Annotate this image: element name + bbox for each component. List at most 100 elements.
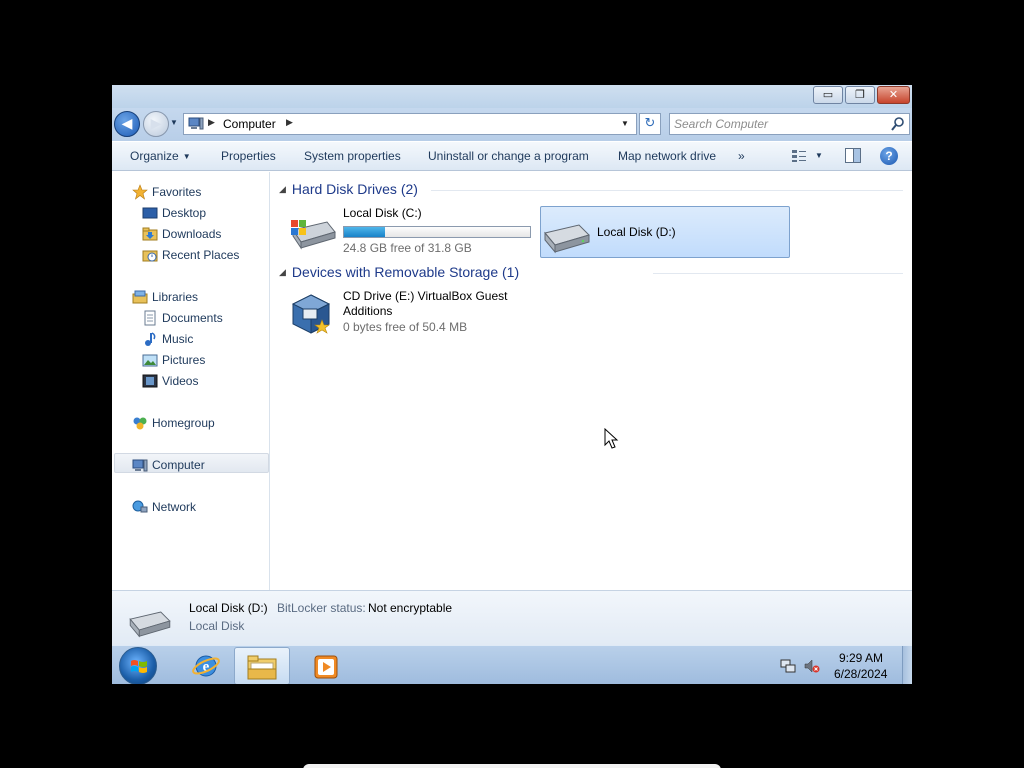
virtualbox-cd-icon <box>291 294 331 334</box>
minimize-icon: ▭ <box>822 88 834 101</box>
homegroup-icon <box>133 417 147 430</box>
taskbar: e 9:29 AM 6/28/2024 <box>112 645 912 684</box>
bottom-edge-strip <box>303 764 721 768</box>
change-view-icon[interactable] <box>791 149 807 163</box>
maximize-icon: ❐ <box>855 88 865 101</box>
minimize-button[interactable]: ▭ <box>813 86 843 104</box>
taskbar-windows-explorer[interactable] <box>234 647 290 684</box>
search-box[interactable] <box>669 113 910 135</box>
group-title: Hard Disk Drives (2) <box>291 181 418 197</box>
sidebar-item-label: Music <box>162 332 194 346</box>
windows-logo-icon <box>131 660 147 673</box>
organize-button[interactable]: Organize ▼ <box>130 149 191 163</box>
disk-usage-bar <box>343 226 531 238</box>
group-header-hard-disk-drives[interactable]: ◢ Hard Disk Drives (2) <box>279 181 418 197</box>
drive-tile-e[interactable]: CD Drive (E:) VirtualBox Guest Additions… <box>289 289 549 345</box>
internet-explorer-icon: e <box>192 655 220 677</box>
clock-time[interactable]: 9:29 AM <box>839 651 883 665</box>
sidebar-item-label: Homegroup <box>152 416 215 430</box>
drive-name-line2: Additions <box>343 304 393 318</box>
back-button[interactable]: ◀ <box>114 111 140 137</box>
sidebar-item-label: Desktop <box>162 206 207 220</box>
maximize-button[interactable]: ❐ <box>845 86 875 104</box>
details-pane: Local Disk (D:) BitLocker status: Not en… <box>112 590 912 645</box>
sidebar-item-label: Favorites <box>152 185 202 199</box>
libraries-icon <box>132 290 148 304</box>
sidebar-item-label: Network <box>152 500 197 514</box>
search-icon[interactable] <box>890 116 906 132</box>
back-arrow-icon: ◀ <box>121 116 133 132</box>
drive-name-line1: CD Drive (E:) VirtualBox Guest <box>343 289 508 303</box>
window-title-bar: ▭ ❐ ✕ <box>112 85 912 108</box>
breadcrumb-separator-icon[interactable]: ▶ <box>286 117 293 128</box>
sidebar-item-label: Pictures <box>162 353 206 367</box>
hard-drive-icon <box>544 224 590 254</box>
more-commands-button[interactable]: » <box>738 149 745 163</box>
disk-usage-fill <box>344 227 385 237</box>
forward-button[interactable]: ▶ <box>143 111 169 137</box>
network-icon <box>132 500 148 513</box>
drive-tile-d[interactable]: Local Disk (D:) <box>540 206 790 258</box>
downloads-folder-icon <box>142 227 158 241</box>
collapse-arrow-icon: ◢ <box>279 184 286 194</box>
properties-button[interactable]: Properties <box>221 149 276 163</box>
details-bitlocker-value: Not encryptable <box>368 601 453 615</box>
address-row: ◀ ▶ ▼ ▶ Computer ▶ ▼ ↻ <box>112 108 912 141</box>
mouse-pointer-icon <box>604 428 619 449</box>
navigation-pane: Favorites Desktop Downloads Recent Place… <box>112 172 270 590</box>
sidebar-item-label: Computer <box>152 458 205 472</box>
preview-pane-icon[interactable] <box>845 148 861 163</box>
windows-drive-icon <box>291 220 336 250</box>
start-button[interactable] <box>119 647 157 684</box>
notification-area: 9:29 AM 6/28/2024 <box>772 646 912 684</box>
dropdown-arrow-icon: ▼ <box>182 152 191 161</box>
breadcrumb-computer[interactable]: Computer <box>223 117 276 131</box>
map-network-drive-button[interactable]: Map network drive <box>618 149 716 163</box>
drive-name: Local Disk (D:) <box>597 225 676 239</box>
volume-muted-icon[interactable] <box>804 658 820 674</box>
drive-name: Local Disk (C:) <box>343 206 422 220</box>
drive-free-space: 0 bytes free of 50.4 MB <box>343 320 468 334</box>
computer-icon <box>188 117 204 130</box>
content-pane: ◢ Hard Disk Drives (2) Local Disk (C:) 24… <box>271 172 912 590</box>
organize-label: Organize <box>130 149 179 163</box>
address-history-dropdown-icon[interactable]: ▼ <box>621 119 629 128</box>
network-status-icon[interactable] <box>780 658 796 674</box>
drive-tile-c[interactable]: Local Disk (C:) 24.8 GB free of 31.8 GB <box>289 206 539 258</box>
desktop-icon <box>142 207 158 219</box>
sidebar-item-label: Libraries <box>152 290 199 304</box>
media-player-icon <box>314 655 338 679</box>
clock-date[interactable]: 6/28/2024 <box>834 667 887 681</box>
documents-icon <box>144 310 156 326</box>
details-drive-type: Local Disk <box>189 619 245 633</box>
pictures-icon <box>142 354 158 367</box>
group-divider <box>653 273 903 274</box>
drive-free-space: 24.8 GB free of 31.8 GB <box>343 241 472 255</box>
close-button[interactable]: ✕ <box>877 86 910 104</box>
show-desktop-button[interactable] <box>902 646 912 684</box>
recent-pages-dropdown-icon[interactable]: ▼ <box>170 118 178 127</box>
group-title: Devices with Removable Storage (1) <box>291 264 520 280</box>
sidebar-item-label: Downloads <box>162 227 222 241</box>
close-icon: ✕ <box>888 88 899 101</box>
uninstall-program-button[interactable]: Uninstall or change a program <box>428 149 589 163</box>
view-options-dropdown-icon[interactable]: ▼ <box>815 151 823 160</box>
address-bar[interactable]: ▶ Computer ▶ ▼ <box>183 113 637 135</box>
group-header-removable-storage[interactable]: ◢ Devices with Removable Storage (1) <box>279 264 519 280</box>
taskbar-internet-explorer[interactable]: e <box>182 647 232 684</box>
group-divider <box>431 190 903 191</box>
music-icon <box>145 332 156 346</box>
star-icon <box>132 184 148 200</box>
system-properties-button[interactable]: System properties <box>304 149 401 163</box>
breadcrumb-separator-icon[interactable]: ▶ <box>208 117 215 128</box>
taskbar-media-player[interactable] <box>305 647 345 684</box>
forward-arrow-icon: ▶ <box>150 116 162 132</box>
videos-icon <box>142 374 158 388</box>
sidebar-item-label: Videos <box>162 374 199 388</box>
collapse-arrow-icon: ◢ <box>279 267 286 277</box>
refresh-button[interactable]: ↻ <box>639 113 661 135</box>
help-icon[interactable]: ? <box>880 147 898 165</box>
sidebar-item-label: Recent Places <box>162 248 240 262</box>
search-input[interactable] <box>674 116 884 132</box>
details-drive-name: Local Disk (D:) <box>189 601 268 615</box>
